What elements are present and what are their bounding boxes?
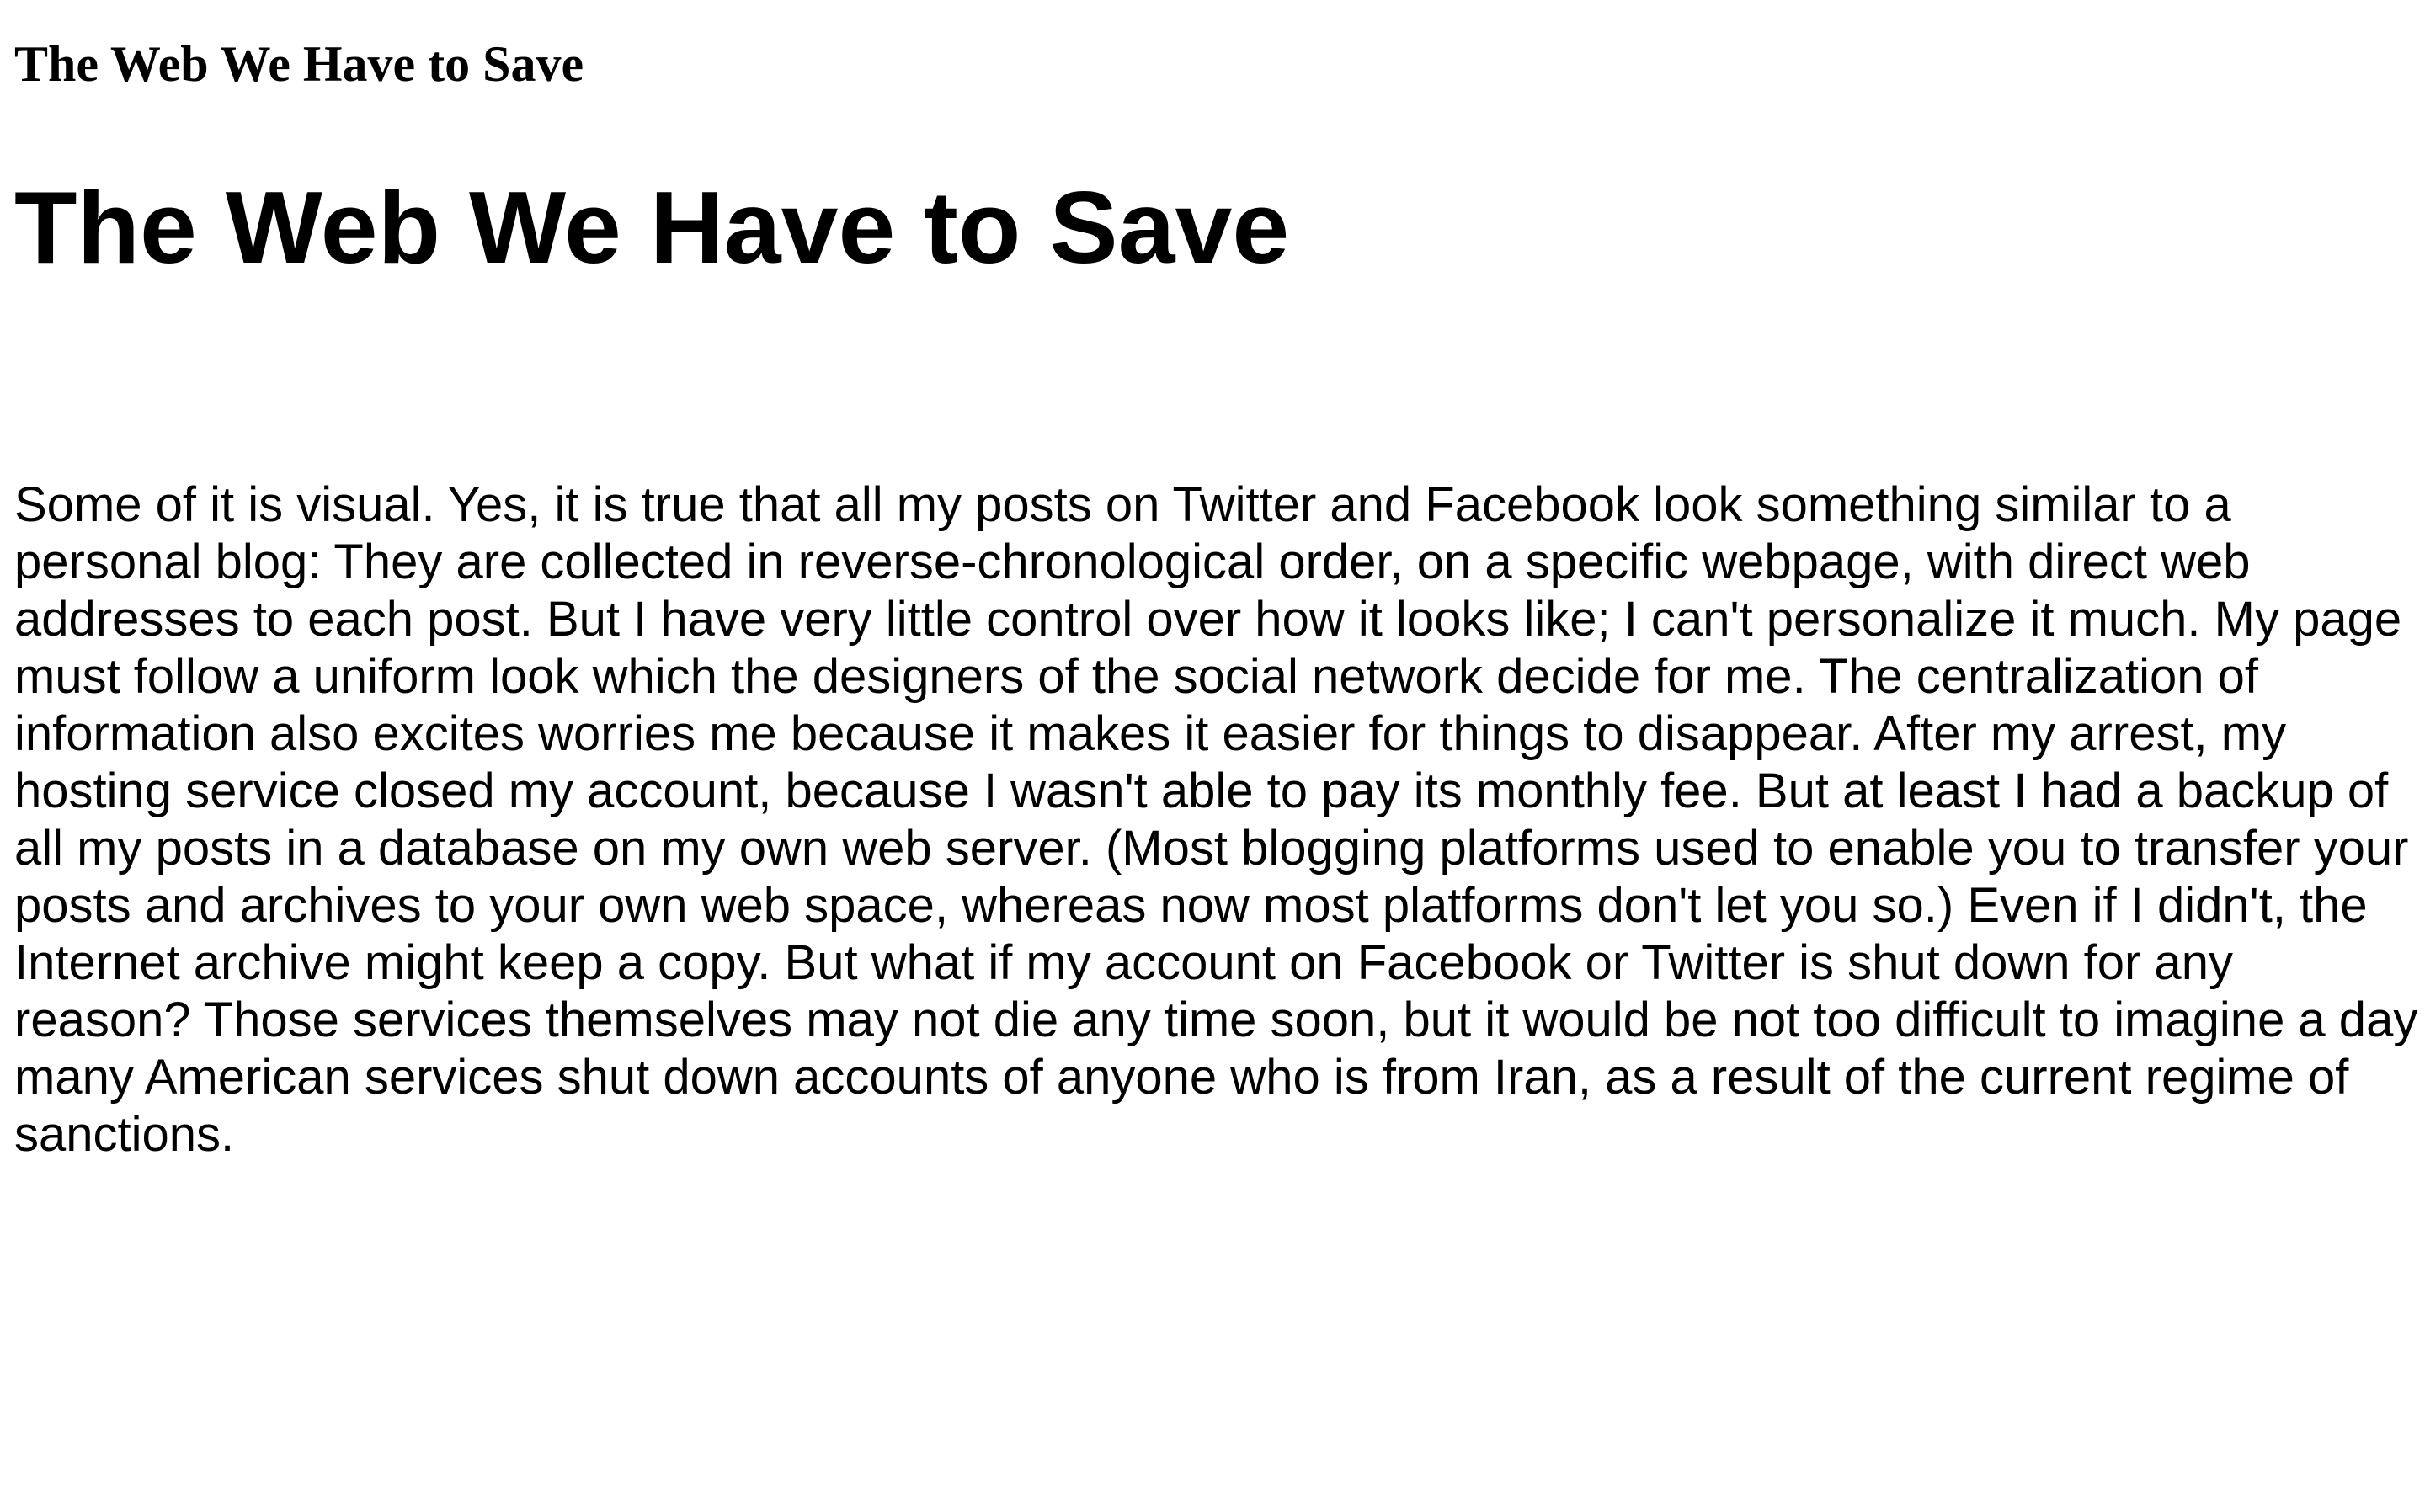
page: The Web We Have to Save The Web We Have … xyxy=(0,0,2425,1512)
site-title: The Web We Have to Save xyxy=(14,36,584,92)
article-paragraph: Some of it is visual. Yes, it is true th… xyxy=(14,477,2418,1162)
article-title: The Web We Have to Save xyxy=(14,170,1290,285)
